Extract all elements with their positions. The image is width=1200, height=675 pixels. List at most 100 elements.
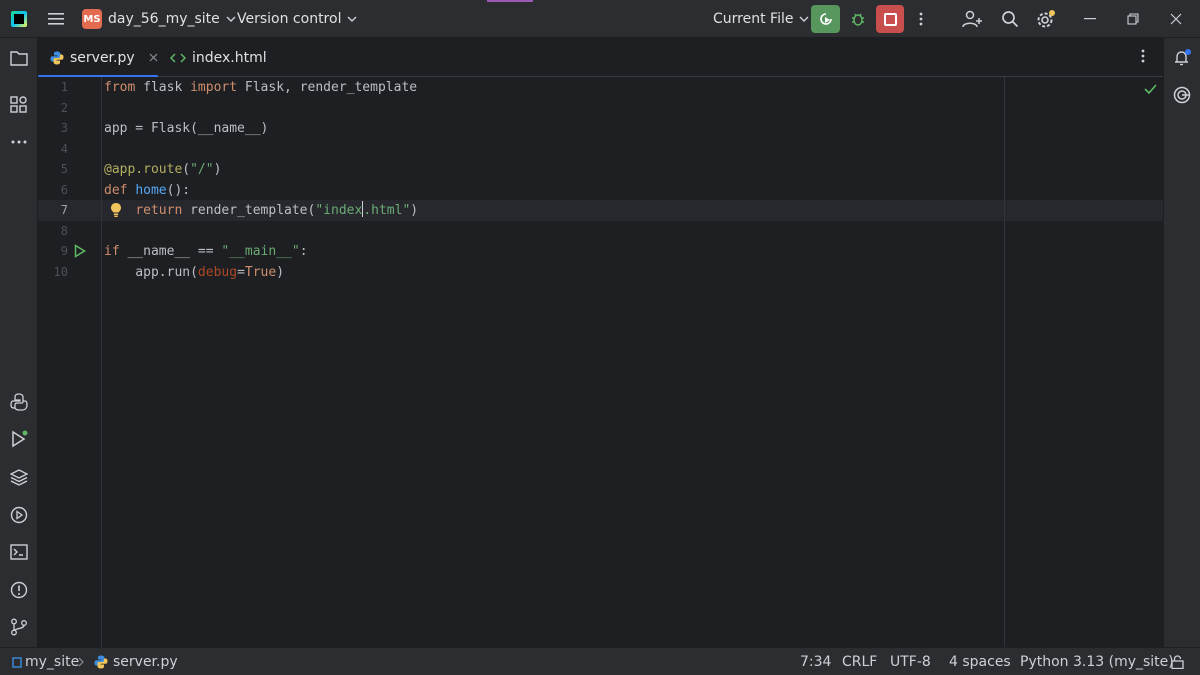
right-tool-window-bar <box>1163 38 1200 647</box>
tab-server-py[interactable]: server.py <box>38 38 158 78</box>
code-line: 10 app.run(debug=True) <box>38 262 1163 283</box>
chevron-down-icon <box>226 16 236 22</box>
ai-assistant-icon <box>1173 86 1191 104</box>
bell-icon <box>1175 49 1191 66</box>
line-number: 10 <box>53 265 68 279</box>
line-number: 5 <box>60 162 68 176</box>
code-text: if __name__ == "__main__": <box>104 244 308 259</box>
menu-icon <box>48 13 64 25</box>
search-everywhere-button[interactable] <box>999 0 1021 38</box>
git-branch-icon <box>11 618 27 636</box>
tab-label: index.html <box>192 49 267 66</box>
code-line: 5 @app.route("/") <box>38 159 1163 180</box>
services-tool-button[interactable] <box>8 504 30 526</box>
code-text: def home(): <box>104 183 191 198</box>
layers-tool-button[interactable] <box>8 466 30 488</box>
close-window-button[interactable] <box>1168 0 1184 38</box>
code-line: 1 from flask import Flask, render_templa… <box>38 77 1163 98</box>
more-vertical-icon <box>919 12 923 26</box>
caret-position[interactable]: 7:34 <box>800 648 831 675</box>
debug-button[interactable] <box>847 0 869 38</box>
minimize-button[interactable] <box>1082 0 1098 38</box>
code-line: 8 <box>38 221 1163 242</box>
chevron-down-icon <box>347 16 357 22</box>
title-bar: MS day_56_my_site Version control Curren… <box>0 0 1200 38</box>
structure-tool-button[interactable] <box>8 94 30 116</box>
run-configuration-label: Current File <box>713 11 794 27</box>
title-accent-line <box>487 0 533 2</box>
close-icon <box>1170 13 1182 25</box>
run-configuration-selector[interactable]: Current File <box>713 0 809 38</box>
settings-button[interactable] <box>1035 0 1057 38</box>
app-logo-icon <box>11 0 29 38</box>
project-tool-button[interactable] <box>8 47 30 69</box>
stop-button[interactable] <box>876 5 904 33</box>
more-tools-button[interactable] <box>8 131 30 153</box>
run-gutter-icon[interactable] <box>74 244 86 258</box>
line-number: 2 <box>60 101 68 115</box>
code-line: 2 <box>38 98 1163 119</box>
code-editor[interactable]: 1 from flask import Flask, render_templa… <box>38 77 1163 647</box>
line-number: 6 <box>60 183 68 197</box>
interpreter-selector[interactable]: Python 3.13 (my_site) <box>1020 648 1174 675</box>
tab-label: server.py <box>70 49 135 66</box>
more-actions-button[interactable] <box>913 0 929 38</box>
problems-tool-button[interactable] <box>8 579 30 601</box>
git-tool-button[interactable] <box>8 616 30 638</box>
file-lock-button[interactable] <box>1171 648 1184 675</box>
run-tool-button[interactable] <box>8 428 30 450</box>
indent-selector[interactable]: 4 spaces <box>949 648 1011 675</box>
restore-icon <box>1127 13 1139 25</box>
stop-icon <box>883 12 897 26</box>
code-line-current: 7 return render_template("index.html") <box>38 200 1163 221</box>
debug-icon <box>852 13 864 26</box>
notifications-tool-button[interactable] <box>1171 47 1193 69</box>
line-number: 9 <box>60 244 68 258</box>
code-line: 6 def home(): <box>38 180 1163 201</box>
line-number: 3 <box>60 121 68 135</box>
lock-icon <box>1171 655 1184 669</box>
breadcrumb-separator <box>78 648 84 675</box>
breadcrumb-project-label: my_site <box>25 654 80 670</box>
status-bar: my_site server.py 7:34 CRLF UTF-8 4 spac… <box>0 647 1200 675</box>
layers-icon <box>10 469 28 486</box>
left-tool-window-bar <box>0 38 38 647</box>
project-name: day_56_my_site <box>108 11 220 27</box>
code-text: from flask import Flask, render_template <box>104 80 418 95</box>
more-horizontal-icon <box>11 140 27 144</box>
encoding-selector[interactable]: UTF-8 <box>890 648 931 675</box>
python-icon <box>10 393 28 411</box>
python-packages-tool-button[interactable] <box>8 391 30 413</box>
project-selector[interactable]: day_56_my_site <box>108 0 236 38</box>
gear-icon <box>1037 10 1055 28</box>
project-badge[interactable]: MS <box>82 9 102 29</box>
python-file-icon <box>94 655 108 669</box>
search-icon <box>1002 11 1019 28</box>
rerun-button[interactable] <box>811 5 840 33</box>
chevron-down-icon <box>799 16 809 22</box>
restore-button[interactable] <box>1125 0 1141 38</box>
chevron-right-icon <box>78 657 84 667</box>
version-control-menu[interactable]: Version control <box>237 0 357 38</box>
code-line: 3 app = Flask(__name__) <box>38 118 1163 139</box>
line-number: 1 <box>60 80 68 94</box>
breadcrumb-project[interactable]: my_site <box>12 648 79 675</box>
add-user-icon <box>962 10 982 28</box>
tab-actions-button[interactable] <box>1135 48 1151 66</box>
line-number: 7 <box>60 203 68 217</box>
warning-circle-icon <box>10 581 28 599</box>
main-menu-button[interactable] <box>46 0 66 38</box>
structure-icon <box>10 96 27 113</box>
ai-assistant-tool-button[interactable] <box>1171 84 1193 106</box>
terminal-tool-button[interactable] <box>8 541 30 563</box>
code-with-me-button[interactable] <box>961 0 983 38</box>
terminal-icon <box>10 544 28 560</box>
more-vertical-icon <box>1141 49 1145 63</box>
breadcrumb-file[interactable]: server.py <box>94 648 178 675</box>
code-text: app = Flask(__name__) <box>104 121 269 136</box>
tab-close-button[interactable] <box>149 51 158 65</box>
version-control-label: Version control <box>237 11 342 27</box>
line-ending-selector[interactable]: CRLF <box>842 648 877 675</box>
tab-index-html[interactable]: index.html <box>168 38 267 77</box>
code-line: 9 if __name__ == "__main__": <box>38 241 1163 262</box>
